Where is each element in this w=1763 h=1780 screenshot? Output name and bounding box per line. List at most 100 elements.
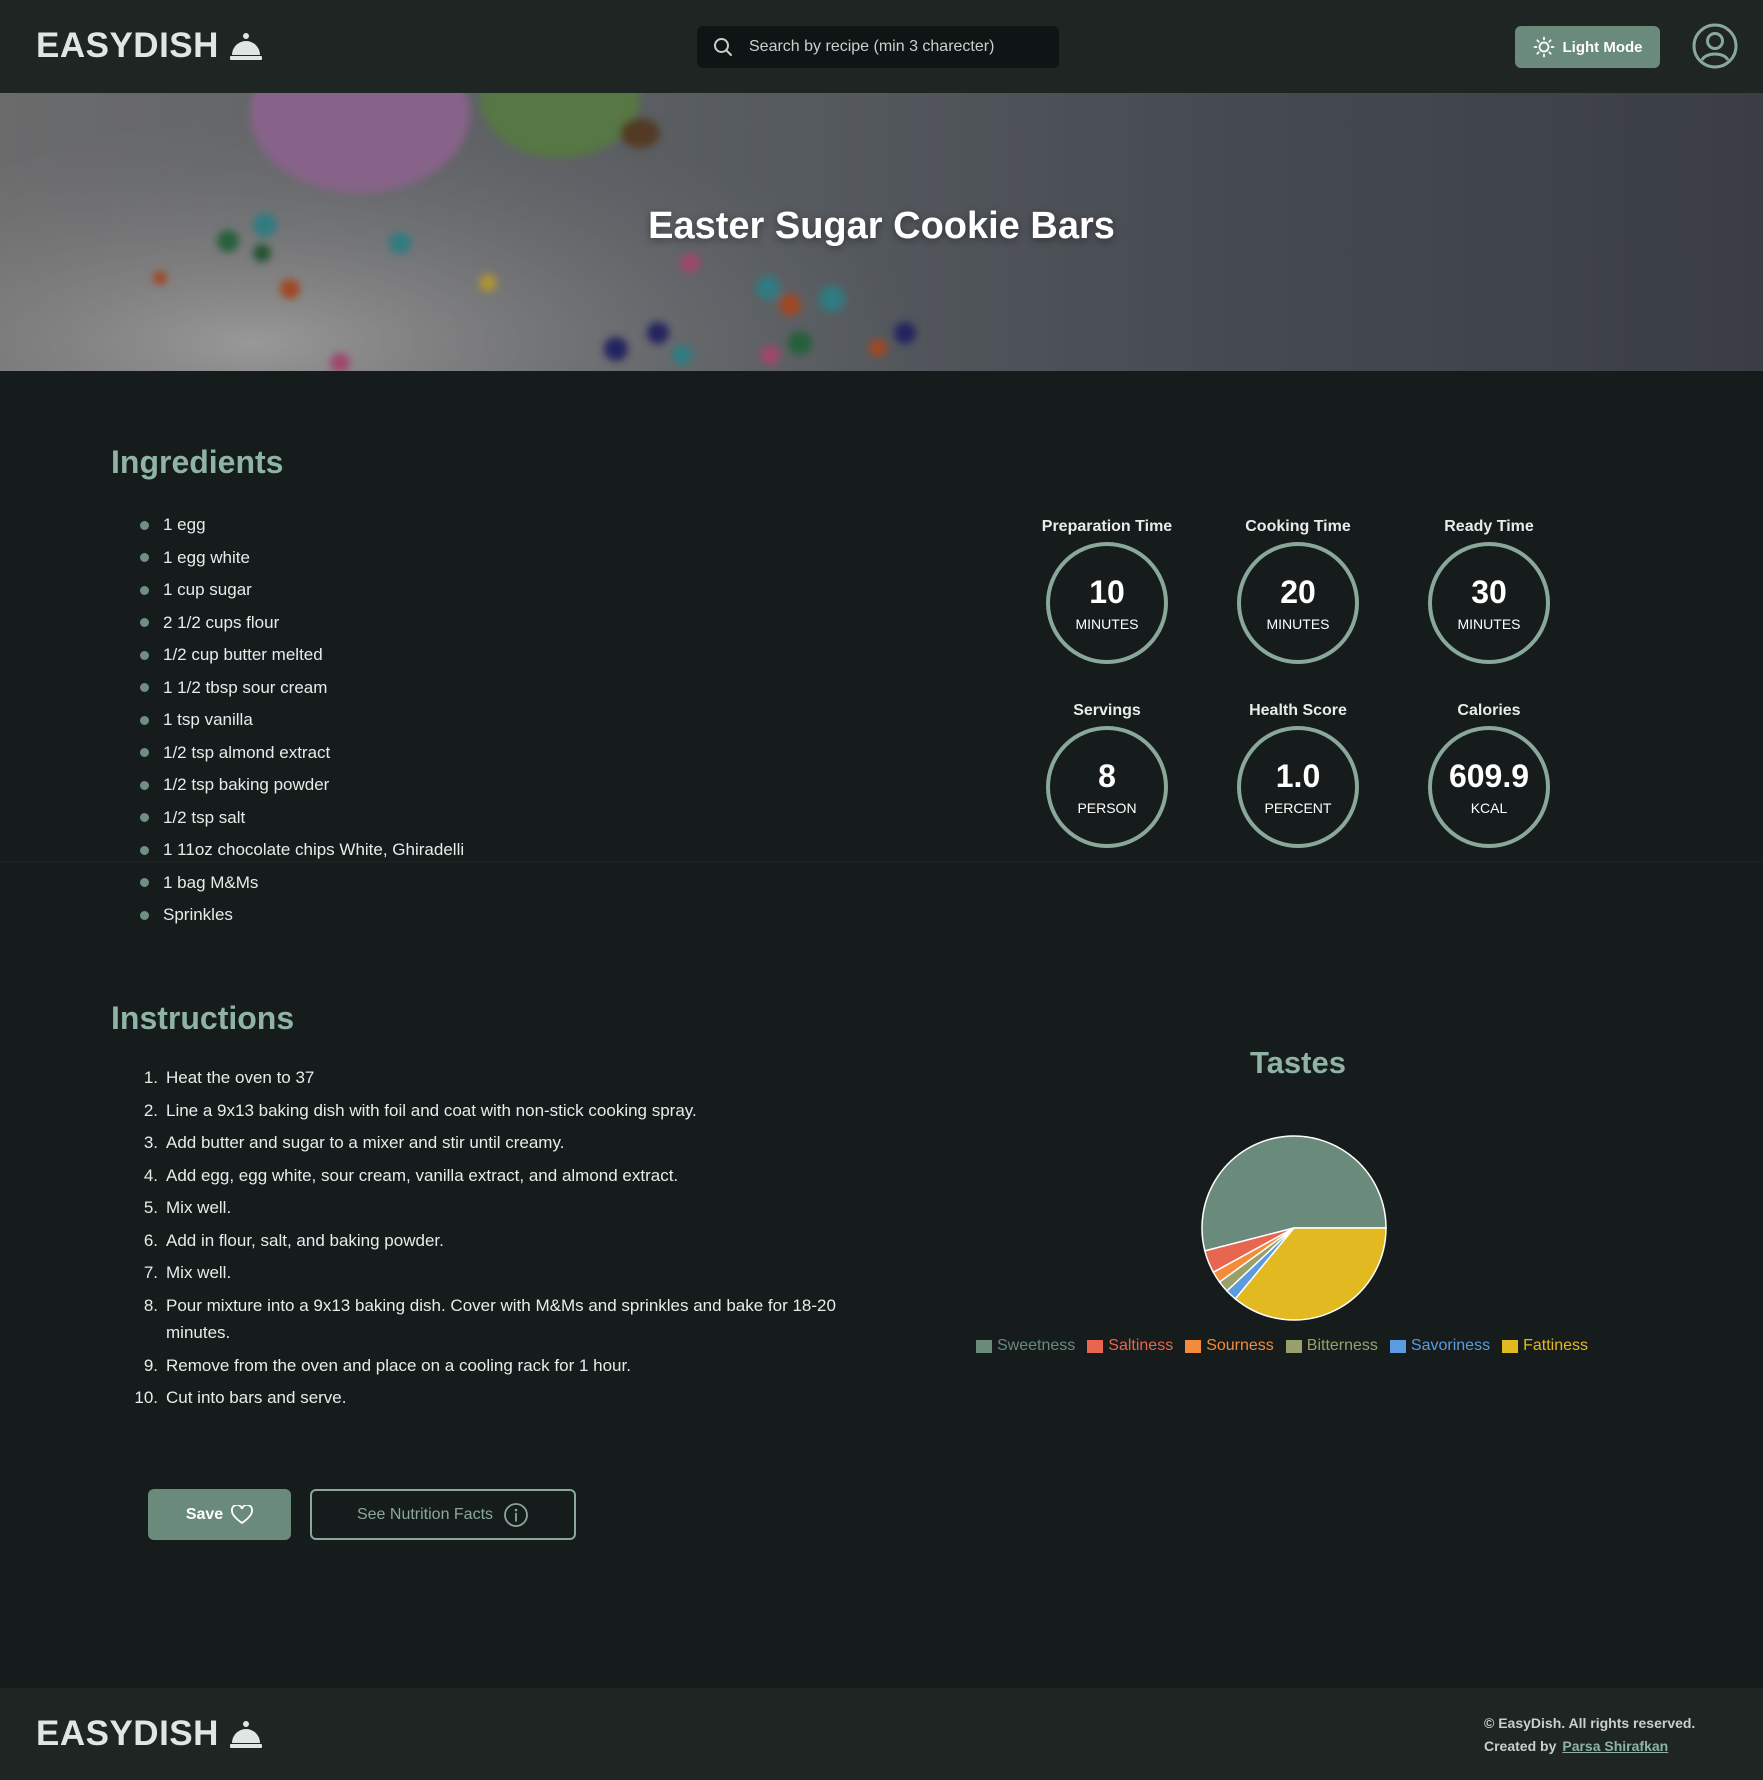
ingredient-text: 1/2 tsp baking powder — [163, 775, 330, 794]
stat-health-score: Health Score 1.0 PERCENT — [1223, 700, 1373, 848]
ingredient-text: 1 1/2 tbsp sour cream — [163, 677, 328, 697]
stat-value: 1.0 — [1275, 758, 1321, 794]
user-avatar-icon[interactable] — [1691, 22, 1739, 70]
ingredient-text: 1/2 tsp salt — [163, 807, 246, 827]
step-number: 2. — [143, 1100, 158, 1120]
step-text: Remove from the oven and place on a cool… — [166, 1355, 631, 1375]
stat-label: Calories — [1457, 702, 1521, 719]
brand-logo[interactable]: EASYDISH — [36, 26, 263, 66]
stat-servings: Servings 8 PERSON — [1032, 700, 1182, 848]
footer-brand-logo[interactable]: EASYDISH — [36, 1714, 263, 1754]
ingredient-text: 1/2 cup butter melted — [163, 645, 323, 664]
list-item: 1 tsp vanilla — [140, 704, 464, 737]
legend-item-fattiness[interactable]: Fattiness — [1502, 1337, 1588, 1355]
copyright-text: © EasyDish. All rights reserved. — [1484, 1715, 1696, 1731]
legend-item-bitterness[interactable]: Bitterness — [1285, 1337, 1378, 1355]
ingredients-list: 1 egg 1 egg white 1 cup sugar 2 1/2 cups… — [140, 509, 464, 932]
step-number: 6. — [143, 1230, 158, 1250]
list-item: 1 1/2 tbsp sour cream — [140, 672, 464, 705]
ingredients-heading: Ingredients — [111, 444, 284, 480]
stat-value: 20 — [1280, 574, 1316, 610]
nutrition-facts-button[interactable]: See Nutrition Facts — [310, 1489, 576, 1540]
stat-unit: MINUTES — [1075, 616, 1139, 632]
list-item: 1 bag M&Ms — [140, 867, 464, 900]
stat-label: Servings — [1073, 702, 1141, 719]
save-label: Save — [185, 1505, 224, 1523]
legend-item-savoriness[interactable]: Savoriness — [1389, 1337, 1490, 1355]
ingredient-text: 1/2 tsp almond extract — [163, 742, 331, 762]
list-item: 1/2 cup butter melted — [140, 639, 464, 672]
stat-preparation-time: Preparation Time 10 MINUTES — [1032, 516, 1182, 664]
stat-ready-time: Ready Time 30 MINUTES — [1414, 516, 1564, 664]
step-number: 8. — [143, 1295, 158, 1315]
stat-unit: PERSON — [1077, 800, 1137, 816]
info-icon — [504, 1502, 528, 1527]
step-number: 9. — [143, 1355, 158, 1375]
stat-ring: 1.0 PERCENT — [1237, 726, 1359, 848]
stat-label: Health Score — [1249, 702, 1347, 719]
list-item: 1/2 tsp baking powder — [140, 769, 464, 802]
list-item: 1 egg white — [140, 542, 464, 575]
legend-label: Sweetness — [997, 1337, 1076, 1354]
ingredient-text: 1 egg — [163, 515, 206, 534]
legend-swatch — [976, 1339, 992, 1353]
ingredient-text: 1 tsp vanilla — [163, 710, 253, 729]
list-item: 5. Mix well. — [120, 1194, 850, 1222]
ingredient-text: 2 1/2 cups flour — [163, 612, 280, 632]
tastes-legend: Sweetness Saltiness Sourness Bitterness Savo… — [976, 1337, 1588, 1355]
legend-label: Sourness — [1206, 1337, 1274, 1354]
light-mode-button[interactable]: Light Mode — [1515, 26, 1660, 68]
sun-icon — [1533, 36, 1554, 58]
stat-unit: MINUTES — [1457, 616, 1521, 632]
legend-label: Bitterness — [1306, 1337, 1378, 1354]
step-text: Mix well. — [166, 1263, 232, 1282]
stat-ring: 609.9 KCAL — [1428, 726, 1550, 848]
footer: EASYDISH © EasyDish. All rights reserved… — [0, 1688, 1763, 1780]
search-icon — [714, 38, 732, 56]
list-item: 2 1/2 cups flour — [140, 607, 464, 640]
search-bar[interactable] — [697, 26, 1059, 68]
bullet-icon — [140, 715, 149, 725]
step-number: 7. — [143, 1263, 158, 1282]
step-text: Mix well. — [166, 1198, 232, 1217]
bullet-icon — [140, 813, 149, 823]
save-button[interactable]: Save — [148, 1489, 291, 1540]
nutrition-label: See Nutrition Facts — [356, 1505, 494, 1523]
ingredient-text: 1 egg white — [163, 547, 250, 567]
step-number: 1. — [143, 1068, 158, 1087]
legend-item-sourness[interactable]: Sourness — [1185, 1337, 1274, 1355]
list-item: 8. Pour mixture into a 9x13 baking dish. … — [120, 1292, 850, 1347]
bullet-icon — [140, 585, 149, 595]
step-text: Heat the oven to 37 — [166, 1068, 315, 1087]
bullet-icon — [140, 780, 149, 790]
bullet-icon — [140, 748, 149, 758]
legend-swatch — [1389, 1339, 1406, 1353]
cloche-icon — [229, 33, 262, 60]
list-item: 1 egg — [140, 509, 464, 542]
stat-ring: 10 MINUTES — [1046, 542, 1168, 664]
bullet-icon — [140, 520, 149, 530]
recipe-title: Easter Sugar Cookie Bars — [648, 205, 1115, 247]
list-item: 4. Add egg, egg white, sour cream, vanill… — [120, 1162, 850, 1190]
stat-label: Preparation Time — [1041, 518, 1173, 535]
legend-item-sweetness[interactable]: Sweetness — [976, 1337, 1075, 1355]
list-item: 1. Heat the oven to 37 — [120, 1064, 850, 1092]
legend-label: Fattiness — [1523, 1337, 1588, 1354]
step-text: Add butter and sugar to a mixer and stir… — [166, 1133, 565, 1152]
bullet-icon — [140, 878, 149, 888]
legend-item-saltiness[interactable]: Saltiness — [1087, 1337, 1173, 1355]
step-text: Cut into bars and serve. — [166, 1388, 347, 1407]
created-by-label: Created by — [1484, 1738, 1557, 1754]
stat-unit: PERCENT — [1264, 800, 1332, 816]
step-number: 10. — [134, 1388, 158, 1407]
recipe-hero-image: Easter Sugar Cookie Bars — [0, 93, 1763, 371]
legend-swatch — [1087, 1339, 1104, 1353]
search-input[interactable] — [747, 37, 1041, 57]
bullet-icon — [140, 683, 149, 693]
step-number: 3. — [143, 1133, 158, 1152]
created-by-line: Created by Parsa Shirafkan — [1484, 1735, 1695, 1758]
stat-calories: Calories 609.9 KCAL — [1414, 700, 1564, 848]
section-divider — [0, 861, 1763, 862]
stat-value: 609.9 — [1448, 758, 1530, 794]
author-link[interactable]: Parsa Shirafkan — [1562, 1738, 1668, 1754]
